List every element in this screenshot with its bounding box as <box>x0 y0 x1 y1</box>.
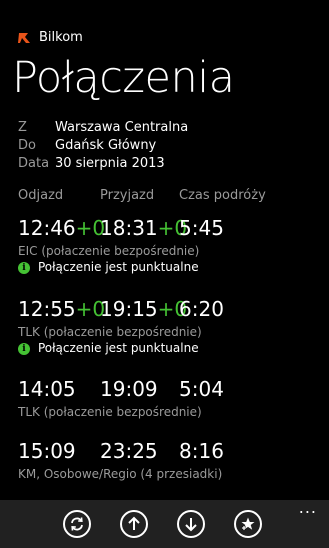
connection-item[interactable]: 15:09 23:25 8:16 KM, Osobowe/Regio (4 pr… <box>18 437 318 482</box>
punctuality-text: Połączenie jest punktualne <box>38 341 199 355</box>
arrival-time: 19:15+0 <box>100 297 188 321</box>
route-date: Data 30 sierpnia 2013 <box>18 155 188 173</box>
info-icon: i <box>18 261 30 274</box>
app-header: Bilkom <box>18 30 83 46</box>
refresh-icon <box>69 516 85 532</box>
connection-item[interactable]: 12:55+0 19:15+0 6:20 TLK (połaczenie bez… <box>18 295 318 357</box>
departure-time: 12:55+0 <box>18 297 106 321</box>
connection-item[interactable]: 12:46+0 18:31+0 5:45 EIC (połaczenie bez… <box>18 214 318 276</box>
train-type: TLK (połaczenie bezpośrednie) <box>18 405 202 419</box>
arrow-up-icon <box>127 516 141 532</box>
info-icon: i <box>18 342 30 355</box>
punctuality-text: Połączenie jest punktualne <box>38 260 199 274</box>
arrival-time: 23:25 <box>100 439 158 463</box>
travel-duration: 5:04 <box>179 377 224 401</box>
previous-button[interactable] <box>120 510 148 538</box>
connection-times: 15:09 23:25 8:16 <box>18 437 318 465</box>
add-favorite-button[interactable] <box>234 510 262 538</box>
departure-time: 15:09 <box>18 439 76 463</box>
travel-duration: 5:45 <box>179 216 224 240</box>
arrival-time: 18:31+0 <box>100 216 188 240</box>
next-button[interactable] <box>177 510 205 538</box>
page-title: Połączenia <box>12 53 235 103</box>
route-from-label: Z <box>18 120 27 135</box>
train-type: KM, Osobowe/Regio (4 przesiadki) <box>18 467 223 481</box>
punctuality-status: i Połączenie jest punktualne <box>18 259 318 276</box>
departure-time: 12:46+0 <box>18 216 106 240</box>
route-to-label: Do <box>18 138 36 153</box>
travel-duration: 8:16 <box>179 439 224 463</box>
duration-header: Czas podróży <box>179 188 266 203</box>
route-to-value: Gdańsk Główny <box>55 138 157 153</box>
app-bar: ... <box>0 500 329 548</box>
punctuality-status: i Połączenie jest punktualne <box>18 340 318 357</box>
travel-duration: 6:20 <box>179 297 224 321</box>
route-from: Z Warszawa Centralna <box>18 119 188 137</box>
route-date-value: 30 sierpnia 2013 <box>55 156 165 171</box>
route-date-label: Data <box>18 156 50 171</box>
star-add-icon <box>240 516 256 532</box>
route-from-value: Warszawa Centralna <box>55 120 189 135</box>
more-options-button[interactable]: ... <box>299 500 317 516</box>
connection-times: 12:46+0 18:31+0 5:45 <box>18 214 318 242</box>
connection-item[interactable]: 14:05 19:09 5:04 TLK (połaczenie bezpośr… <box>18 375 318 420</box>
arrow-down-icon <box>184 516 198 532</box>
departure-header: Odjazd <box>18 188 64 203</box>
departure-time: 14:05 <box>18 377 76 401</box>
route-to: Do Gdańsk Główny <box>18 137 188 155</box>
train-type: TLK (połaczenie bezpośrednie) <box>18 325 202 339</box>
app-name: Bilkom <box>39 30 83 45</box>
arrival-header: Przyjazd <box>100 188 155 203</box>
connection-times: 12:55+0 19:15+0 6:20 <box>18 295 318 323</box>
train-type: EIC (połaczenie bezpośrednie) <box>18 244 200 258</box>
arrival-time: 19:09 <box>100 377 158 401</box>
route-info: Z Warszawa Centralna Do Gdańsk Główny Da… <box>18 119 188 173</box>
bilkom-logo-icon <box>18 32 31 44</box>
connection-times: 14:05 19:09 5:04 <box>18 375 318 403</box>
refresh-button[interactable] <box>63 510 91 538</box>
